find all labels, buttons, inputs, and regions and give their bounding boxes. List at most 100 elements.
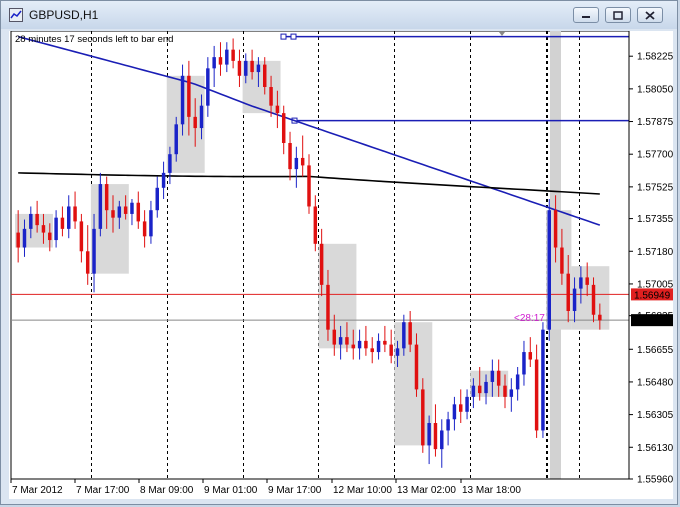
title-bar[interactable]: GBPUSD,H1 [1,1,677,29]
candlestick-chart-svg[interactable]: 1.58225 1.58050 1.57875 1.57700 1.57525 1.573… [9,31,673,499]
session-range-box [470,370,509,397]
close-button[interactable] [637,7,663,23]
line-anchor-handle [280,33,287,40]
candle [383,325,387,353]
candle-body [585,277,589,285]
candle-body [237,60,242,76]
price-tick-label: 1.57180 [637,247,673,258]
period-boxes [15,60,610,446]
candle-body [187,75,191,117]
candle-body [111,210,115,218]
candle-body [193,116,197,129]
candle [149,200,153,244]
candle [218,42,223,76]
candle [541,322,545,438]
candle-body [180,75,185,125]
candle-body [484,381,488,394]
bar-timer-label: <28:17 [514,313,545,324]
time-tick-label: 7 Mar 2012 [12,485,63,496]
shift-marker-icon [499,32,505,36]
candle-body [231,49,235,61]
candle [433,404,438,457]
price-chart[interactable]: 1.58225 1.58050 1.57875 1.57700 1.57525 1.573… [9,31,673,499]
candle-body [509,389,514,397]
time-tick-label: 8 Mar 09:00 [140,485,194,496]
session-range-box [394,322,433,446]
candle-body [579,277,583,289]
candle-body [313,206,318,244]
candle [515,367,520,401]
time-tick-label: 13 Mar 02:00 [397,485,456,496]
candle-body [490,370,495,382]
candle [212,45,216,87]
candle [54,210,58,248]
candle [85,225,90,285]
session-range-box [318,243,357,349]
restore-icon [613,10,623,20]
time-tick-label: 13 Mar 18:00 [462,485,521,496]
candle [547,199,551,341]
candle-body [263,64,267,87]
candle-body [376,340,381,353]
candle-body [67,206,71,229]
candle-body [332,329,337,345]
chart-window: GBPUSD,H1 1.58225 1.58050 1.57875 1.57700 1.… [0,0,678,505]
candle-body [244,60,248,76]
candle-body [225,49,229,65]
candle-body [477,385,482,394]
window-title: GBPUSD,H1 [29,8,99,22]
candle-body [402,322,406,349]
candle-body [281,113,286,143]
candle-body [389,344,393,356]
candle-body [136,202,141,222]
candle [313,195,318,252]
candle [79,213,84,263]
candle-body [104,184,109,211]
candle-body [123,206,128,214]
candle-body [199,105,204,129]
price-tick-label: 1.57875 [637,117,673,128]
candle-body [534,359,539,431]
minimize-button[interactable] [573,7,599,23]
candle [206,57,210,117]
candle-body [553,210,558,248]
candle-body [29,213,33,229]
candle [136,191,141,229]
line-anchor-handle [290,33,297,40]
candle-body [433,423,438,450]
session-range-box [15,213,53,248]
candle [459,389,463,423]
candle [357,329,362,360]
restore-button[interactable] [605,7,631,23]
candle [370,337,374,364]
candle-body [307,165,311,207]
candle [534,344,539,438]
candle [452,396,457,431]
candle-body [149,210,153,237]
price-tick-label: 1.57355 [637,214,673,225]
candle [300,135,305,177]
candle [522,340,526,386]
candle-body [206,68,210,106]
candle [421,378,425,453]
candle-body [522,352,526,375]
minimize-icon [582,16,590,18]
candle-body [496,370,501,386]
candle-body [395,348,400,356]
session-range-box [166,75,205,173]
candle-body [572,288,577,311]
price-tick-label: 1.57525 [637,182,673,193]
candle-body [269,87,273,106]
candle [376,333,381,360]
candle [155,176,159,218]
candle-body [22,228,27,248]
candle [161,161,166,199]
chart-app-icon [9,8,23,22]
candle-body [218,57,223,65]
candle-body [541,329,545,431]
candle-body [85,251,90,274]
candle-body [459,404,463,412]
candle-body [357,340,362,349]
candle-body [364,340,368,349]
candle-body [250,60,254,73]
